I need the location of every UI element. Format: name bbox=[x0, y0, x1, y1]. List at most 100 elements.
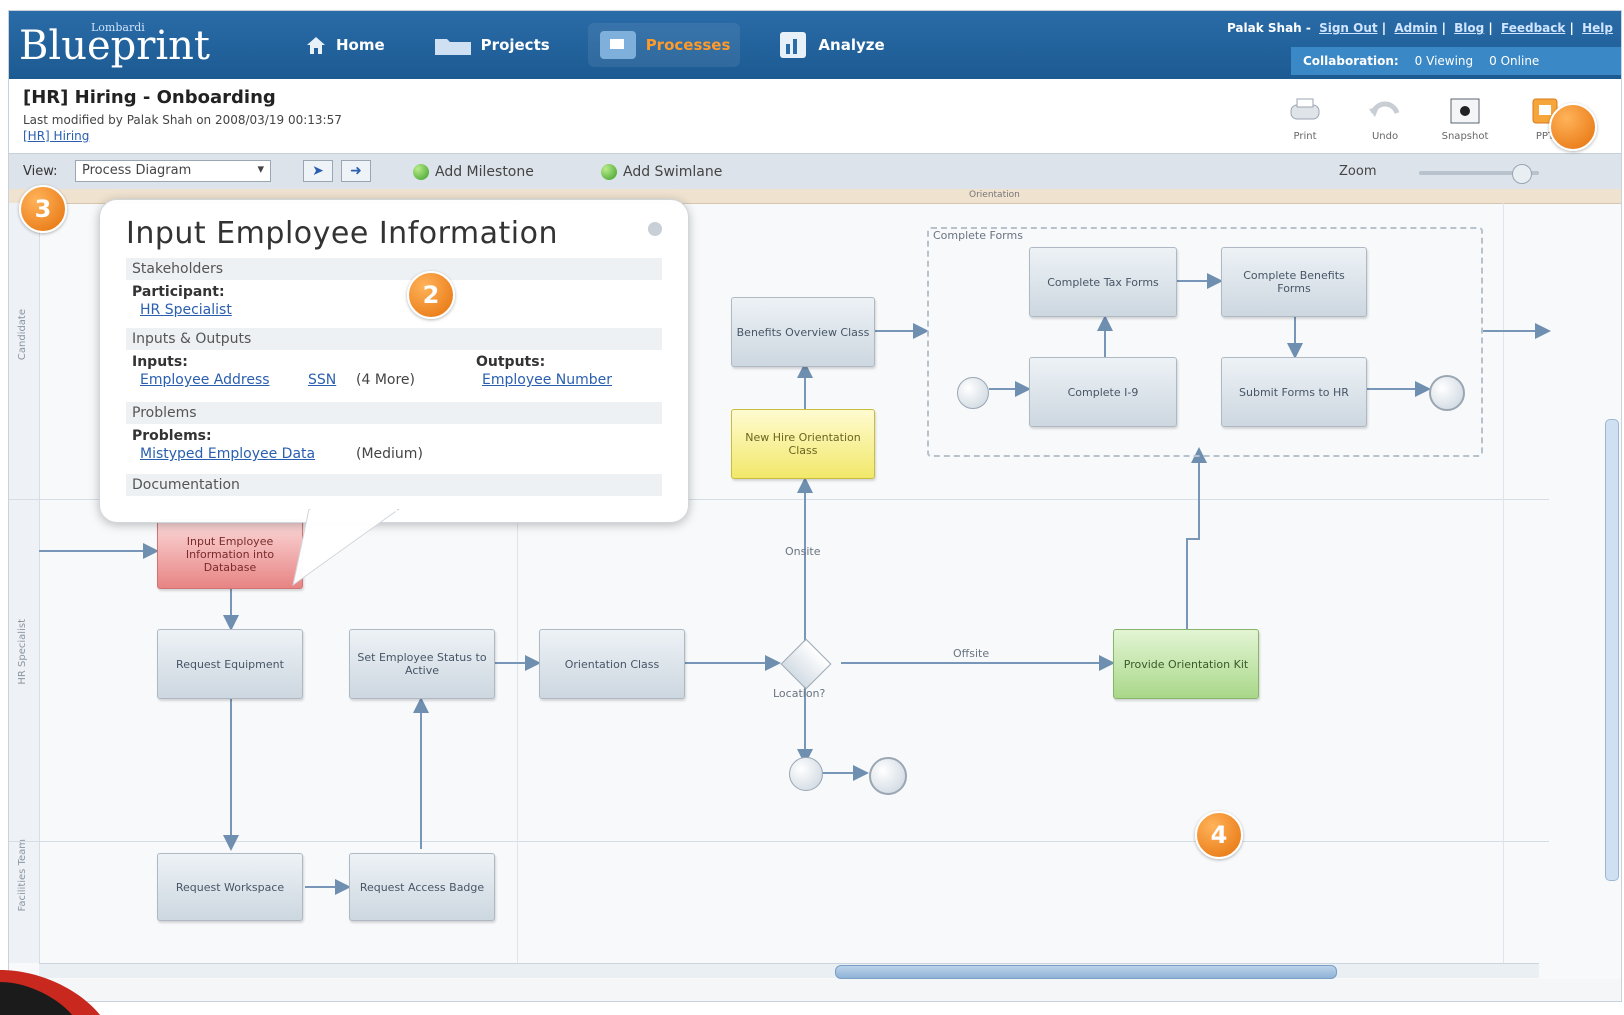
viewing-count[interactable]: 0 Viewing bbox=[1415, 54, 1473, 68]
view-select[interactable]: Process Diagram bbox=[75, 160, 271, 182]
problem-link[interactable]: Mistyped Employee Data bbox=[140, 446, 315, 462]
diagram-toolbar: View: Process Diagram ➤ ➜ Add Milestone … bbox=[9, 153, 1621, 191]
add-milestone-button[interactable]: Add Milestone bbox=[413, 164, 534, 180]
outputs-label: Outputs: bbox=[476, 354, 546, 370]
gateway-label: Location? bbox=[773, 687, 826, 700]
print-label: Print bbox=[1293, 131, 1317, 142]
last-modified-text: Last modified by Palak Shah on 2008/03/1… bbox=[23, 113, 342, 127]
nav-projects-label: Projects bbox=[480, 36, 550, 54]
snapshot-label: Snapshot bbox=[1441, 131, 1489, 142]
slide-corner-decoration bbox=[0, 970, 100, 1015]
inputs-label: Inputs: bbox=[132, 354, 188, 370]
undo-label: Undo bbox=[1371, 131, 1399, 142]
callout-badge-partial bbox=[1549, 103, 1597, 151]
process-icon bbox=[599, 31, 636, 59]
callout-badge-3: 3 bbox=[19, 185, 67, 233]
participant-label: Participant: bbox=[132, 284, 225, 300]
logo-text: Blueprint bbox=[19, 23, 210, 69]
subprocess-end-event[interactable] bbox=[1429, 375, 1465, 411]
collaboration-label: Collaboration: bbox=[1303, 54, 1399, 68]
nav-home[interactable]: Home bbox=[294, 27, 395, 63]
nav-processes[interactable]: Processes bbox=[587, 23, 741, 67]
parent-process-link[interactable]: [HR] Hiring bbox=[23, 129, 89, 143]
close-icon[interactable] bbox=[648, 222, 662, 236]
stakeholders-section[interactable]: Stakeholders bbox=[126, 258, 662, 280]
undo-icon bbox=[1369, 101, 1400, 117]
participant-link[interactable]: HR Specialist bbox=[140, 302, 232, 318]
nav-analyze[interactable]: Analyze bbox=[768, 24, 894, 66]
inputs-more[interactable]: (4 More) bbox=[356, 372, 415, 388]
folder-icon bbox=[434, 39, 471, 55]
task-complete-tax-forms[interactable]: Complete Tax Forms bbox=[1029, 247, 1177, 317]
snapshot-button[interactable]: Snapshot bbox=[1439, 95, 1491, 142]
undo-button[interactable]: Undo bbox=[1359, 95, 1411, 142]
print-icon bbox=[1290, 98, 1320, 120]
nav-processes-label: Processes bbox=[645, 36, 731, 54]
main-nav: Home Projects Processes Analyze bbox=[294, 23, 895, 67]
io-section[interactable]: Inputs & Outputs bbox=[126, 328, 662, 350]
arrow-right-icon: ➜ bbox=[350, 163, 362, 179]
task-complete-i9[interactable]: Complete I-9 bbox=[1029, 357, 1177, 427]
blog-link[interactable]: Blog bbox=[1454, 21, 1484, 35]
tool-buttons: Print Undo Snapshot PPT bbox=[1279, 95, 1571, 142]
top-navigation-bar: Lombardi Blueprint Home Projects Process… bbox=[9, 11, 1621, 79]
snapshot-icon bbox=[1450, 98, 1480, 124]
vertical-scrollbar[interactable] bbox=[1605, 419, 1619, 881]
collaboration-bar: Collaboration: 0 Viewing 0 Online bbox=[1291, 47, 1621, 75]
task-orientation-class[interactable]: Orientation Class bbox=[539, 629, 685, 699]
task-input-employee[interactable]: Input Employee Information into Database bbox=[157, 519, 303, 589]
task-request-workspace[interactable]: Request Workspace bbox=[157, 853, 303, 921]
add-swimlane-button[interactable]: Add Swimlane bbox=[601, 164, 722, 180]
app-window: Lombardi Blueprint Home Projects Process… bbox=[8, 10, 1622, 1002]
input-ssn-link[interactable]: SSN bbox=[308, 372, 336, 388]
horizontal-scrollbar-thumb[interactable] bbox=[835, 965, 1337, 979]
problems-label: Problems: bbox=[132, 428, 212, 444]
task-submit-forms[interactable]: Submit Forms to HR bbox=[1221, 357, 1367, 427]
output-employee-number-link[interactable]: Employee Number bbox=[482, 372, 612, 388]
documentation-section[interactable]: Documentation bbox=[126, 474, 662, 496]
subprocess-start-event[interactable] bbox=[957, 377, 989, 409]
task-complete-benefits-forms[interactable]: Complete Benefits Forms bbox=[1221, 247, 1367, 317]
task-provide-orientation-kit[interactable]: Provide Orientation Kit bbox=[1113, 629, 1259, 699]
zoom-label: Zoom bbox=[1339, 164, 1377, 179]
task-benefits-overview[interactable]: Benefits Overview Class bbox=[731, 297, 875, 367]
nav-home-label: Home bbox=[336, 36, 385, 54]
user-name: Palak Shah bbox=[1226, 21, 1302, 35]
popup-pointer bbox=[292, 509, 400, 587]
sign-out-link[interactable]: Sign Out bbox=[1319, 21, 1378, 35]
zoom-slider-handle[interactable] bbox=[1512, 164, 1532, 184]
connector-tool-button[interactable]: ➜ bbox=[341, 160, 371, 182]
task-new-hire-orientation[interactable]: New Hire Orientation Class bbox=[731, 409, 875, 479]
nav-analyze-label: Analyze bbox=[818, 36, 885, 54]
pointer-tool-button[interactable]: ➤ bbox=[303, 160, 333, 182]
task-set-employee-status[interactable]: Set Employee Status to Active bbox=[349, 629, 495, 699]
input-employee-address-link[interactable]: Employee Address bbox=[140, 372, 270, 388]
callout-badge-4: 4 bbox=[1195, 811, 1243, 859]
task-request-equipment[interactable]: Request Equipment bbox=[157, 629, 303, 699]
feedback-link[interactable]: Feedback bbox=[1501, 21, 1565, 35]
end-event[interactable] bbox=[869, 757, 907, 795]
offsite-flow-label: Offsite bbox=[953, 647, 990, 660]
pointer-icon: ➤ bbox=[312, 163, 324, 179]
nav-projects[interactable]: Projects bbox=[423, 27, 560, 63]
online-count[interactable]: 0 Online bbox=[1489, 54, 1539, 68]
add-icon bbox=[413, 164, 429, 180]
subprocess-label: Complete Forms bbox=[933, 229, 1023, 242]
popup-title: Input Employee Information bbox=[126, 216, 558, 251]
problem-severity: (Medium) bbox=[356, 446, 423, 462]
home-icon bbox=[307, 37, 325, 54]
user-links: Palak Shah - Sign Out | Admin | Blog | F… bbox=[1226, 21, 1613, 35]
analyze-icon bbox=[780, 32, 807, 58]
subprocess-complete-forms[interactable] bbox=[927, 227, 1483, 457]
task-request-access-badge[interactable]: Request Access Badge bbox=[349, 853, 495, 921]
intermediate-event[interactable] bbox=[789, 757, 823, 791]
process-title-area: [HR] Hiring - Onboarding Last modified b… bbox=[9, 79, 1621, 153]
add-swimlane-label: Add Swimlane bbox=[623, 164, 723, 180]
admin-link[interactable]: Admin bbox=[1394, 21, 1437, 35]
help-link[interactable]: Help bbox=[1582, 21, 1613, 35]
print-button[interactable]: Print bbox=[1279, 95, 1331, 142]
activity-details-popup: Input Employee Information Stakeholders … bbox=[99, 199, 689, 523]
onsite-flow-label: Onsite bbox=[785, 545, 821, 558]
problems-section[interactable]: Problems bbox=[126, 402, 662, 424]
page-title: [HR] Hiring - Onboarding bbox=[23, 87, 276, 108]
